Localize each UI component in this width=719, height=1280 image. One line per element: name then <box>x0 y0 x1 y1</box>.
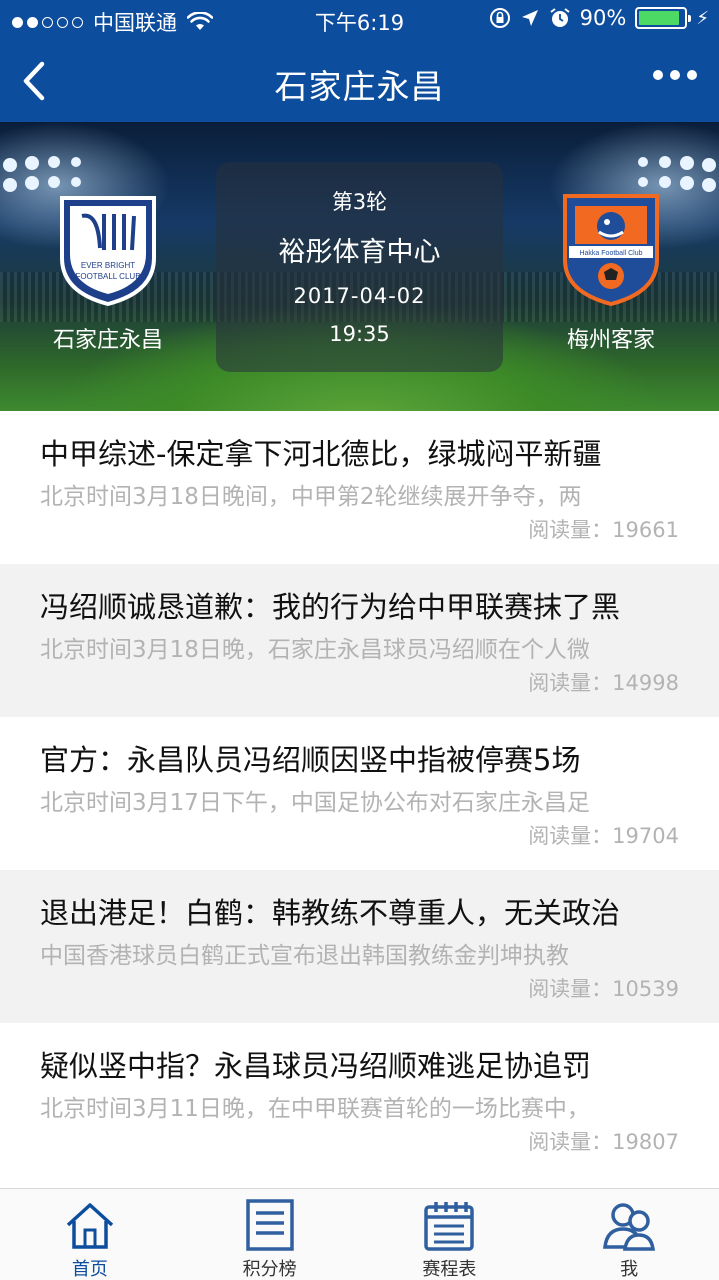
match-info-panel: 第3轮 裕彤体育中心 2017-04-02 19:35 <box>216 162 503 372</box>
battery-level <box>639 11 679 25</box>
home-icon <box>66 1203 114 1249</box>
match-venue: 裕彤体育中心 <box>278 237 441 268</box>
news-title: 中甲综述-保定拿下河北德比，绿城闷平新疆 <box>40 437 602 471</box>
tab-label: 积分榜 <box>242 1259 297 1280</box>
home-team-name: 石家庄永昌 <box>52 328 163 353</box>
tab-label: 我 <box>620 1259 639 1280</box>
news-item[interactable]: 中甲综述-保定拿下河北德比，绿城闷平新疆 北京时间3月18日晚间，中甲第2轮继续… <box>0 411 719 564</box>
match-date: 2017-04-02 <box>293 284 426 308</box>
away-team[interactable]: Hakka Football Club 梅州客家 <box>521 188 701 354</box>
standings-icon <box>245 1199 294 1251</box>
charging-icon: ⚡ <box>696 7 709 29</box>
tab-label: 首页 <box>71 1259 108 1280</box>
news-read-count: 阅读量：14998 <box>528 671 679 695</box>
match-banner: EVER BRIGHT FOOTBALL CLUB 石家庄永昌 第3轮 裕彤体育… <box>0 122 719 411</box>
location-icon <box>521 10 538 26</box>
home-logo-line2: FOOTBALL CLUB <box>75 272 140 281</box>
away-team-name: 梅州客家 <box>566 328 655 353</box>
tab-label: 赛程表 <box>422 1259 477 1280</box>
home-team[interactable]: EVER BRIGHT FOOTBALL CLUB 石家庄永昌 <box>18 188 198 354</box>
battery-percent: 90% <box>579 6 627 30</box>
news-title: 退出港足！白鹤：韩教练不尊重人，无关政治 <box>40 896 621 930</box>
news-item[interactable]: 退出港足！白鹤：韩教练不尊重人，无关政治 中国香港球员白鹤正式宣布退出韩国教练金… <box>0 870 719 1023</box>
news-title: 冯绍顺诚恳道歉：我的行为给中甲联赛抹了黑 <box>40 590 621 624</box>
news-summary: 北京时间3月17日下午，中国足协公布对石家庄永昌足 <box>40 790 590 816</box>
news-summary: 中国香港球员白鹤正式宣布退出韩国教练金判坤执教 <box>40 943 569 969</box>
news-read-count: 阅读量：10539 <box>528 977 679 1001</box>
status-right: 90% ⚡ <box>489 6 709 30</box>
tab-bar: 首页 积分榜 赛程表 我 <box>0 1188 719 1280</box>
tab-schedule[interactable]: 赛程表 <box>360 1189 540 1280</box>
news-item[interactable]: 疑似竖中指？永昌球员冯绍顺难逃足协追罚 北京时间3月11日晚，在中甲联赛首轮的一… <box>0 1023 719 1176</box>
news-summary: 北京时间3月18日晚，石家庄永昌球员冯绍顺在个人微 <box>40 637 590 663</box>
news-item[interactable]: 冯绍顺诚恳道歉：我的行为给中甲联赛抹了黑 北京时间3月18日晚，石家庄永昌球员冯… <box>0 564 719 717</box>
news-read-count: 阅读量：19807 <box>528 1130 679 1154</box>
news-item[interactable]: 官方：永昌队员冯绍顺因竖中指被停赛5场 北京时间3月17日下午，中国足协公布对石… <box>0 717 719 870</box>
alarm-icon <box>550 8 570 27</box>
more-options-icon[interactable] <box>653 70 697 80</box>
profile-icon <box>603 1203 656 1251</box>
news-title: 疑似竖中指？永昌球员冯绍顺难逃足协追罚 <box>40 1049 592 1083</box>
nav-bar: 石家庄永昌 <box>0 40 719 122</box>
news-read-count: 阅读量：19661 <box>528 518 679 542</box>
news-list: 中甲综述-保定拿下河北德比，绿城闷平新疆 北京时间3月18日晚间，中甲第2轮继续… <box>0 411 719 1176</box>
home-logo-line1: EVER BRIGHT <box>81 261 135 270</box>
match-time: 19:35 <box>329 322 390 346</box>
battery-icon <box>635 7 692 29</box>
tab-standings[interactable]: 积分榜 <box>180 1189 360 1280</box>
page-title: 石家庄永昌 <box>274 67 445 106</box>
away-logo-text: Hakka Football Club <box>579 250 642 257</box>
news-read-count: 阅读量：19704 <box>528 824 679 848</box>
rotation-lock-icon <box>489 8 510 28</box>
news-summary: 北京时间3月11日晚，在中甲联赛首轮的一场比赛中， <box>40 1096 590 1122</box>
match-round: 第3轮 <box>331 190 388 214</box>
home-team-logo: EVER BRIGHT FOOTBALL CLUB <box>60 196 156 307</box>
news-summary: 北京时间3月18日晚间，中甲第2轮继续展开争夺，两 <box>40 484 582 510</box>
status-bar: 中国联通 下午6:19 90% ⚡ <box>0 0 719 40</box>
calendar-icon <box>424 1202 475 1251</box>
news-title: 官方：永昌队员冯绍顺因竖中指被停赛5场 <box>40 743 581 777</box>
away-team-logo: Hakka Football Club <box>563 194 659 307</box>
tab-profile[interactable]: 我 <box>539 1189 719 1280</box>
tab-home[interactable]: 首页 <box>0 1189 180 1280</box>
